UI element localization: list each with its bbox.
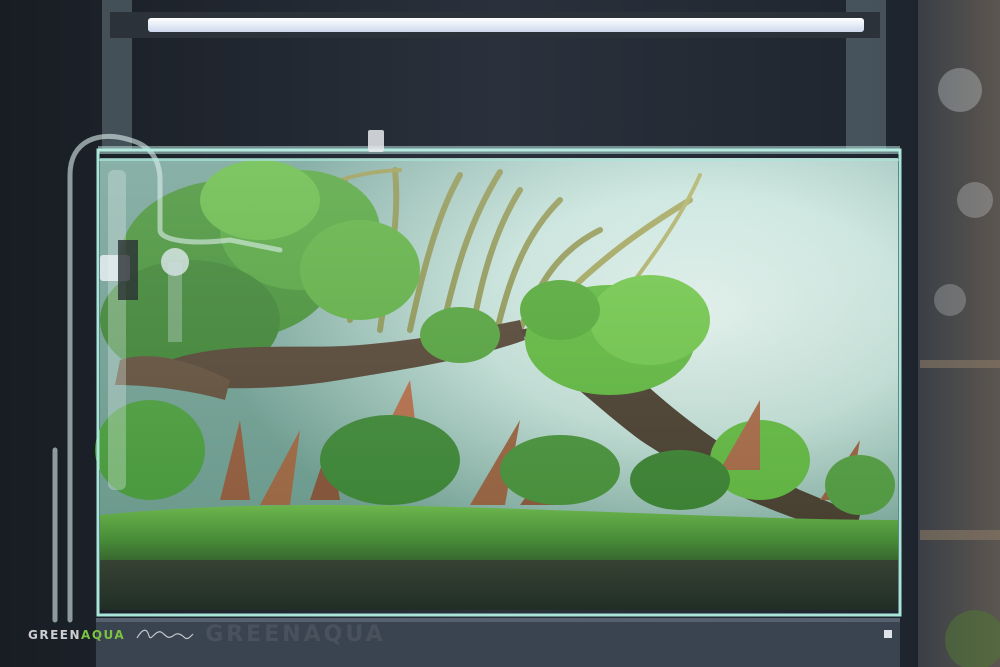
brand-logo: GREENAQUA bbox=[28, 627, 126, 642]
right-shelf-2 bbox=[920, 530, 1000, 540]
photographer-signature bbox=[136, 629, 194, 639]
water-tint bbox=[100, 158, 898, 610]
watermark: GREENAQUA GREENAQUA bbox=[28, 622, 386, 647]
aquarium-scene bbox=[0, 0, 1000, 667]
led-light-bar-icon bbox=[148, 18, 864, 32]
glass-rim-top bbox=[98, 146, 900, 154]
right-bokeh-2 bbox=[957, 182, 993, 218]
right-bokeh-1 bbox=[938, 68, 982, 112]
right-bokeh-3 bbox=[934, 284, 966, 316]
thermometer bbox=[368, 130, 384, 152]
cabinet-button bbox=[884, 630, 892, 638]
right-shelf-1 bbox=[920, 360, 1000, 368]
ghost-brand-logo: GREENAQUA bbox=[205, 622, 386, 647]
